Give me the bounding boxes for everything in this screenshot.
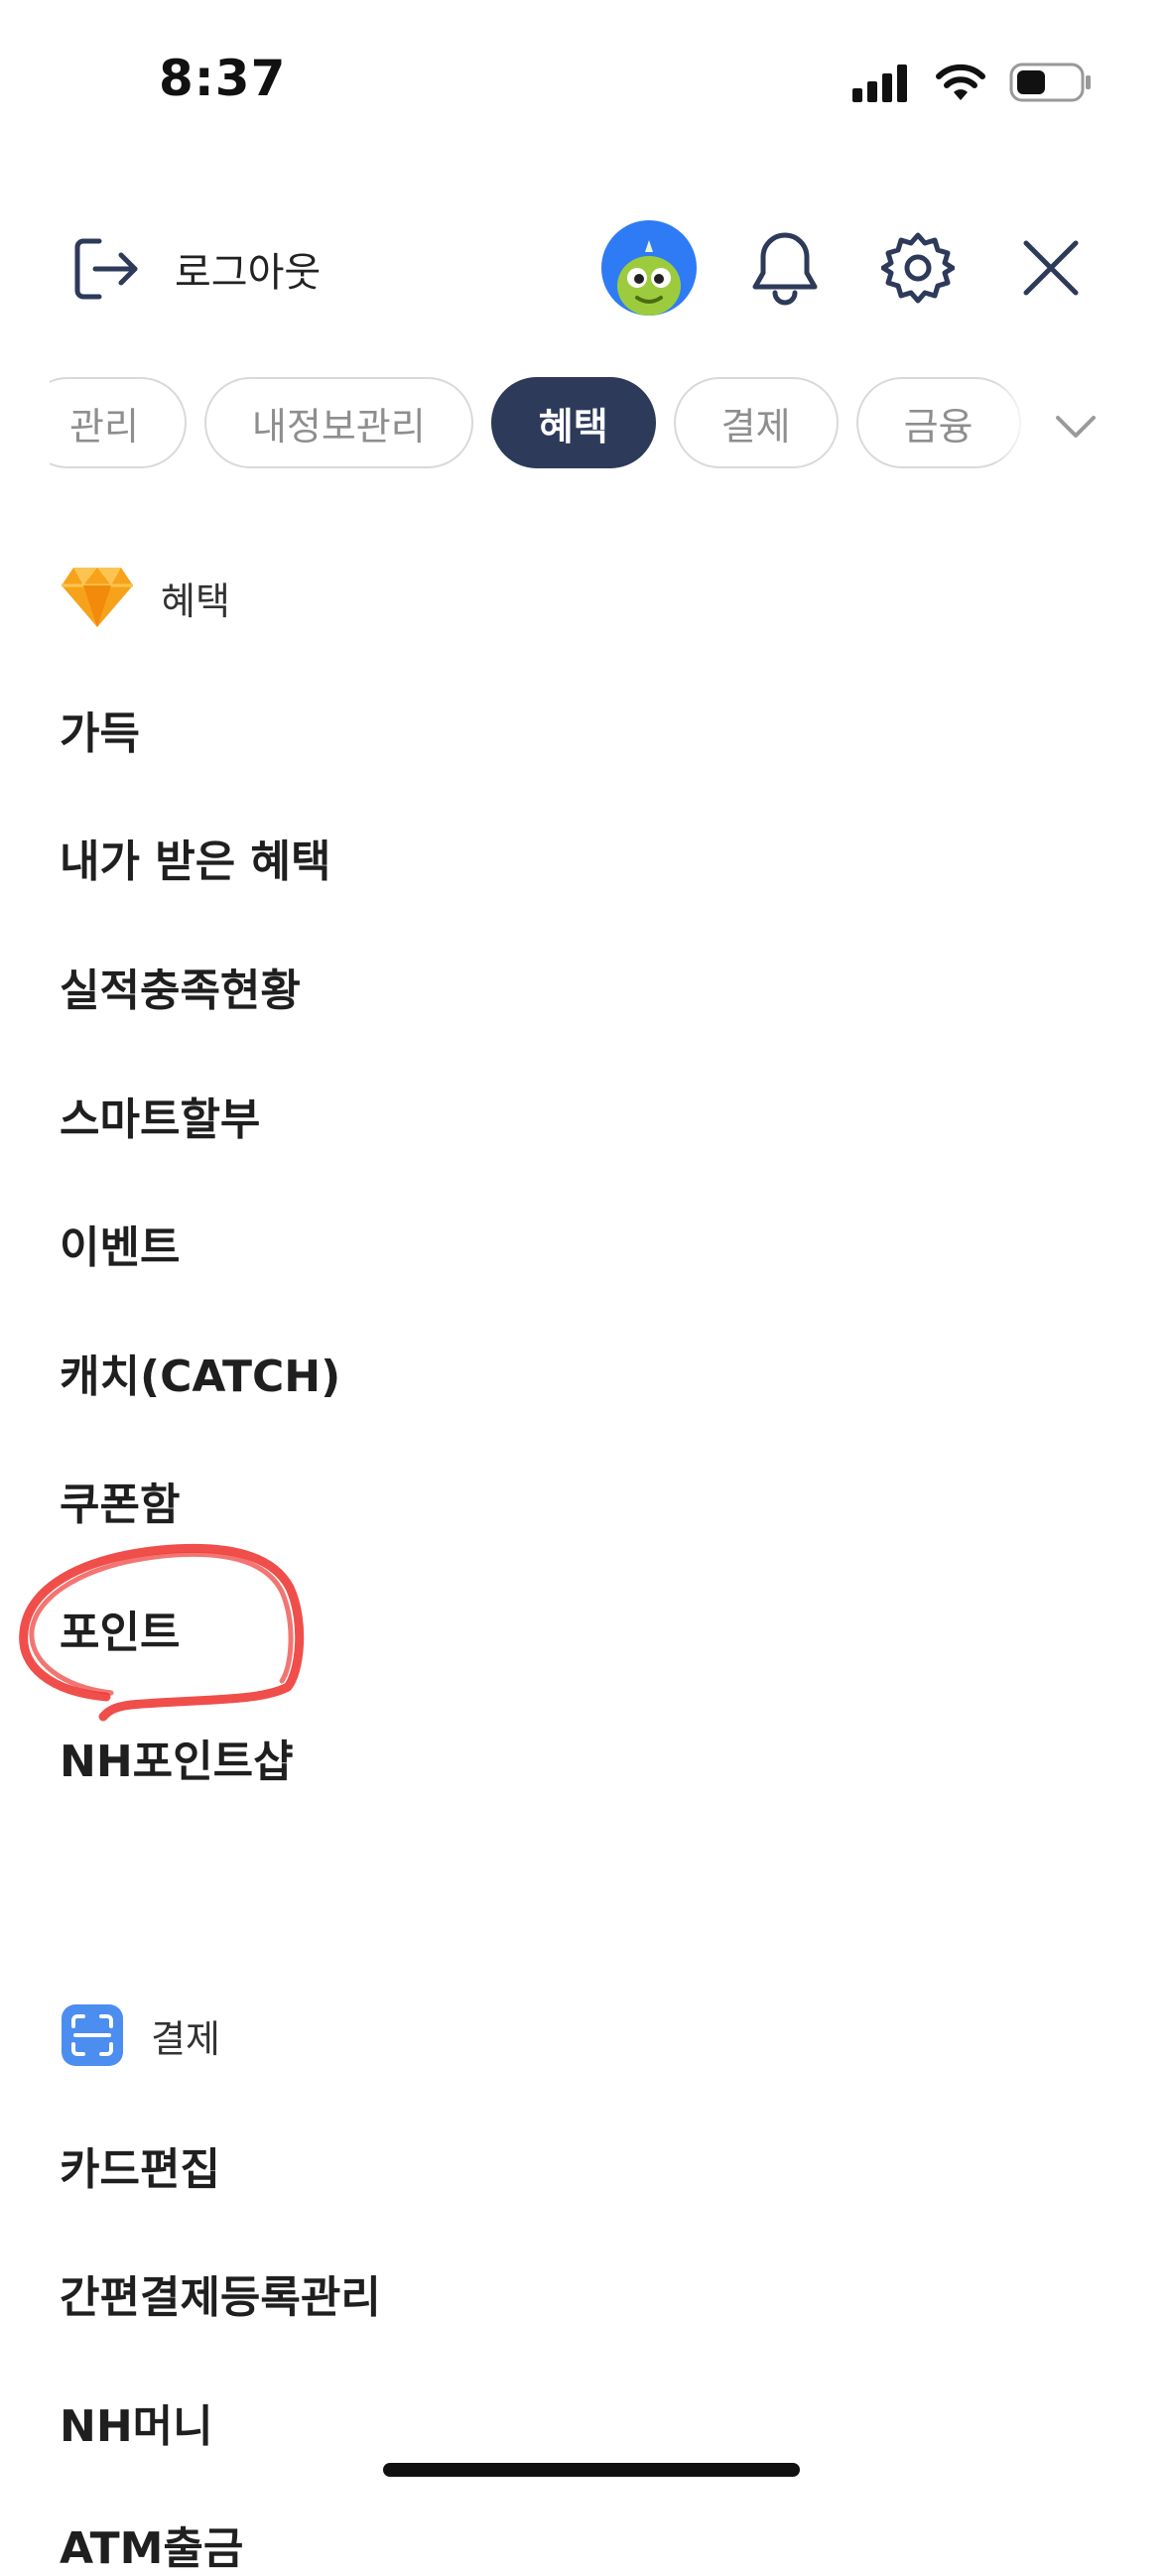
tab-my-info[interactable]: 내정보관리 [203, 377, 473, 468]
header-actions [601, 220, 1096, 316]
mascot-avatar-icon [617, 240, 681, 316]
tab-fade [992, 372, 1032, 476]
menu-item-smart-installment[interactable]: 스마트할부 [60, 1084, 260, 1147]
menu-item-easy-pay-manage[interactable]: 간편결제등록관리 [60, 2261, 381, 2325]
section-title-benefits: 혜택 [161, 579, 230, 623]
close-button[interactable] [1006, 223, 1096, 313]
tab-payment[interactable]: 결제 [673, 377, 839, 468]
category-tabs: 관리 내정보관리 혜택 결제 금융 [0, 372, 1170, 476]
status-time: 8:37 [159, 50, 287, 107]
payment-scan-icon [62, 2004, 123, 2066]
menu-item-performance-status[interactable]: 실적충족현황 [60, 955, 301, 1018]
menu-item-nh-money[interactable]: NH머니 [60, 2390, 213, 2454]
menu-item-gadeuk[interactable]: 가득 [60, 698, 140, 761]
menu-item-event[interactable]: 이벤트 [60, 1212, 180, 1275]
section-header-payment: 결제 [60, 2002, 220, 2068]
logout-icon [74, 238, 138, 300]
gear-icon [881, 232, 955, 304]
wifi-icon [936, 64, 985, 100]
logout-button[interactable]: 로그아웃 [69, 233, 321, 305]
notification-button[interactable] [740, 223, 830, 313]
home-indicator[interactable] [383, 2463, 800, 2477]
settings-button[interactable] [873, 223, 963, 313]
diamond-icon [62, 568, 133, 627]
menu-item-card-edit[interactable]: 카드편집 [60, 2133, 220, 2197]
chevron-down-icon [1056, 416, 1096, 438]
menu-item-points[interactable]: 포인트 [60, 1597, 180, 1660]
tabs-expand-button[interactable] [1041, 392, 1110, 461]
menu-item-nh-point-shop[interactable]: NH포인트샵 [60, 1726, 294, 1789]
menu-item-catch[interactable]: 캐치(CATCH) [60, 1341, 340, 1404]
tab-management[interactable]: 관리 [50, 377, 187, 468]
menu-item-coupons[interactable]: 쿠폰함 [60, 1469, 180, 1532]
tab-benefits[interactable]: 혜택 [490, 377, 656, 468]
bell-icon [752, 232, 818, 306]
avatar[interactable] [601, 220, 697, 316]
section-title-payment: 결제 [151, 2016, 220, 2061]
status-icons [852, 62, 1093, 103]
menu-item-atm-withdrawal[interactable]: ATM출금 [60, 2512, 243, 2576]
close-icon [1023, 240, 1079, 296]
cellular-signal-icon [852, 64, 907, 102]
logout-label: 로그아웃 [175, 250, 322, 296]
tab-strip[interactable]: 관리 내정보관리 혜택 결제 금융 [50, 372, 1032, 476]
menu-item-received-benefits[interactable]: 내가 받은 혜택 [60, 826, 331, 889]
battery-icon [1009, 63, 1091, 102]
section-header-benefits: 혜택 [60, 566, 230, 629]
